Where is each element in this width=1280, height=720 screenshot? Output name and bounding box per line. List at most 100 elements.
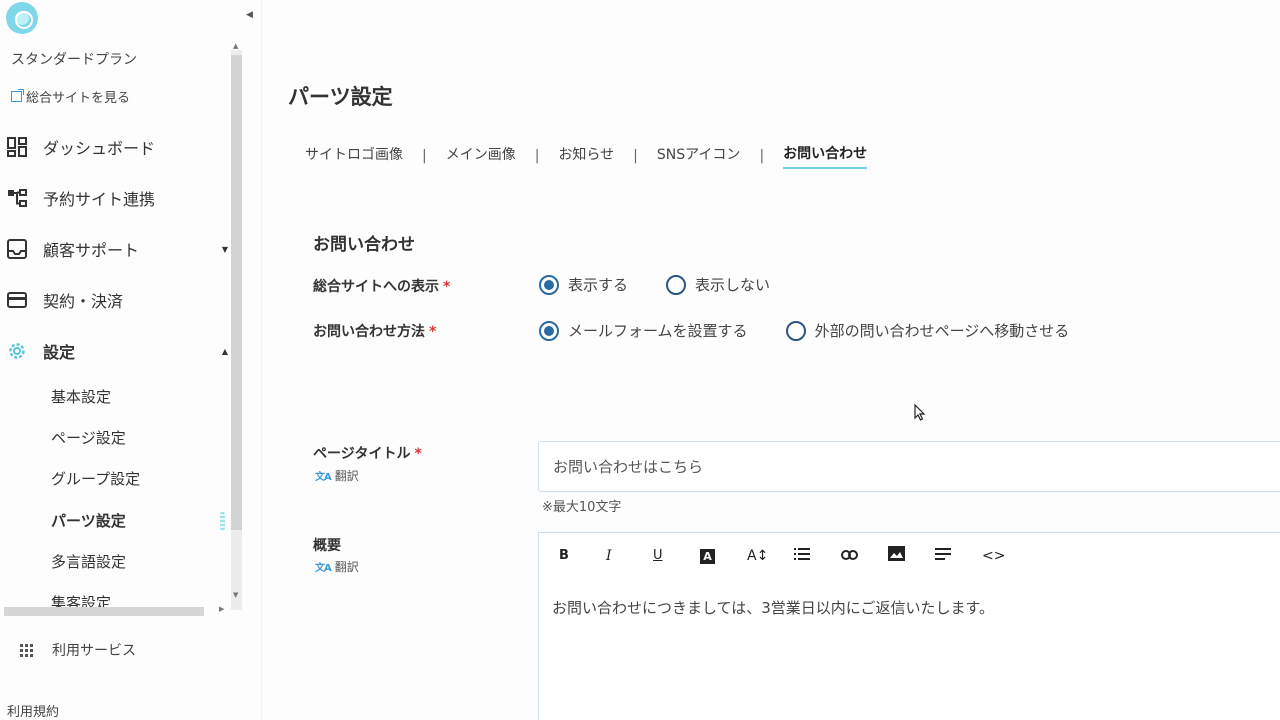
tab-contact[interactable]: お問い合わせ <box>783 143 868 169</box>
radio-show-label: 表示する <box>568 276 629 294</box>
align-left-icon <box>935 547 951 560</box>
plan-name: スタンダードプラン <box>11 52 137 68</box>
tab-sns-icons[interactable]: SNSアイコン <box>657 144 741 168</box>
translate-icon: 文A <box>315 563 332 574</box>
sidebar-subitem-page-settings[interactable]: ページ設定 <box>51 427 126 448</box>
sidebar-item-label: 予約サイト連携 <box>43 190 156 209</box>
link-icon <box>841 549 858 560</box>
sidebar: ◀ スタンダードプラン 総合サイトを見る ダッシュボード 予約サイト連携 顧客サ… <box>0 0 262 720</box>
sidebar-scrollbar-thumb[interactable] <box>231 55 242 530</box>
tab-separator: | <box>633 148 638 164</box>
section-title: お問い合わせ <box>313 235 415 255</box>
required-mark: * <box>414 446 422 462</box>
sidebar-item-label: ダッシュボード <box>43 139 156 158</box>
external-link-icon <box>11 89 24 102</box>
tab-separator: | <box>759 148 765 164</box>
code-button[interactable]: <> <box>982 548 1029 564</box>
tab-separator: | <box>422 148 427 164</box>
sidebar-item-reservation-link[interactable]: 予約サイト連携 <box>0 178 236 218</box>
sidebar-item-label: 契約・決済 <box>43 292 124 311</box>
terms-link[interactable]: 利用規約 <box>7 701 59 720</box>
radio-hide[interactable]: 表示しない <box>666 274 770 295</box>
sidebar-item-dashboard[interactable]: ダッシュボード <box>0 127 236 167</box>
sidebar-subitem-group-settings[interactable]: グループ設定 <box>51 468 140 489</box>
radio-checked-icon <box>539 320 559 341</box>
sidebar-item-settings[interactable]: 設定 ▲ <box>0 331 236 371</box>
tab-news[interactable]: お知らせ <box>558 144 614 168</box>
method-radio-group: メールフォームを設置する 外部の問い合わせページへ移動させる <box>539 320 1107 341</box>
translate-label: 翻訳 <box>334 469 359 483</box>
required-mark: * <box>429 324 437 340</box>
display-label-text: 総合サイトへの表示 <box>313 279 439 295</box>
translate-icon: 文A <box>315 472 332 483</box>
translate-label: 翻訳 <box>334 560 359 574</box>
image-icon <box>888 546 905 561</box>
view-site-label: 総合サイトを見る <box>26 91 131 106</box>
font-size-button[interactable]: A↕ <box>747 548 794 564</box>
main-content: パーツ設定 サイトロゴ画像 | メイン画像 | お知らせ | SNSアイコン |… <box>262 0 1280 720</box>
tab-separator: | <box>534 148 540 164</box>
gear-icon <box>9 343 25 359</box>
scroll-right-arrow-icon[interactable]: ▶ <box>219 605 224 613</box>
summary-editor[interactable]: B I U A A↕ <> お問い合わせにつきましては、3営業日以内にご返信いた… <box>538 532 1280 720</box>
sidebar-item-customer-support[interactable]: 顧客サポート ▼ <box>0 229 236 269</box>
radio-hide-label: 表示しない <box>695 276 771 294</box>
sitemap-icon <box>8 189 27 207</box>
summary-field-label: 概要 <box>313 535 341 555</box>
view-site-link[interactable]: 総合サイトを見る <box>11 87 130 106</box>
radio-unchecked-icon <box>785 320 806 341</box>
sidebar-item-label: 顧客サポート <box>43 241 140 260</box>
mouse-cursor-icon <box>914 404 926 421</box>
bullet-list-button[interactable] <box>794 547 841 564</box>
bullet-list-icon <box>794 547 810 560</box>
active-item-marker <box>220 512 225 530</box>
radio-show[interactable]: 表示する <box>539 274 628 295</box>
logo-icon[interactable] <box>6 2 38 34</box>
credit-card-icon <box>7 292 27 308</box>
tab-main-image[interactable]: メイン画像 <box>446 144 516 168</box>
sidebar-horizontal-scrollbar[interactable] <box>4 607 204 616</box>
tab-site-logo[interactable]: サイトロゴ画像 <box>305 144 403 168</box>
text-color-icon: A <box>700 548 715 564</box>
radio-checked-icon <box>539 274 559 295</box>
sidebar-subitem-language-settings[interactable]: 多言語設定 <box>51 551 126 572</box>
translate-button[interactable]: 文A 翻訳 <box>315 467 359 484</box>
sidebar-item-contract-payment[interactable]: 契約・決済 <box>0 280 236 320</box>
bold-button[interactable]: B <box>559 548 606 563</box>
image-button[interactable] <box>888 546 935 565</box>
radio-mail-form[interactable]: メールフォームを設置する <box>539 320 748 341</box>
page-title-input[interactable]: お問い合わせはこちら <box>538 441 1280 492</box>
link-button[interactable] <box>841 548 888 564</box>
required-mark: * <box>443 279 451 295</box>
underline-button[interactable]: U <box>653 548 700 563</box>
apps-grid-icon <box>20 643 33 657</box>
chevron-up-icon: ▲ <box>221 346 228 356</box>
page-title-label-text: ページタイトル <box>313 446 411 462</box>
align-button[interactable] <box>935 547 982 564</box>
radio-external-page-label: 外部の問い合わせページへ移動させる <box>814 322 1070 340</box>
chevron-down-icon: ▼ <box>221 244 228 254</box>
sidebar-item-label: 設定 <box>43 343 76 362</box>
summary-editor-content[interactable]: お問い合わせにつきましては、3営業日以内にご返信いたします。 <box>552 597 994 618</box>
italic-button[interactable]: I <box>606 548 653 564</box>
parts-tabs: サイトロゴ画像 | メイン画像 | お知らせ | SNSアイコン | お問い合わ… <box>305 143 868 169</box>
editor-toolbar: B I U A A↕ <> <box>559 546 1029 565</box>
radio-unchecked-icon <box>666 274 687 295</box>
sidebar-subitem-basic-settings[interactable]: 基本設定 <box>51 386 111 407</box>
page-title: パーツ設定 <box>288 85 393 109</box>
radio-mail-form-label: メールフォームを設置する <box>568 322 748 340</box>
radio-external-page[interactable]: 外部の問い合わせページへ移動させる <box>785 320 1070 341</box>
text-color-button[interactable]: A <box>700 548 747 564</box>
summary-label-text: 概要 <box>313 538 341 554</box>
display-field-label: 総合サイトへの表示 * <box>313 276 450 296</box>
sidebar-scroll-area: スタンダードプラン 総合サイトを見る ダッシュボード 予約サイト連携 顧客サポー… <box>0 40 244 620</box>
scroll-up-arrow-icon[interactable]: ▲ <box>233 42 238 50</box>
dashboard-icon <box>7 137 27 157</box>
inbox-icon <box>7 239 27 259</box>
translate-button[interactable]: 文A 翻訳 <box>315 558 359 575</box>
collapse-sidebar-icon[interactable]: ◀ <box>246 10 253 20</box>
sidebar-subitem-parts-settings[interactable]: パーツ設定 <box>51 510 126 531</box>
scroll-down-arrow-icon[interactable]: ▼ <box>233 591 238 599</box>
services-menu[interactable]: 利用サービス <box>20 640 136 660</box>
services-label: 利用サービス <box>52 643 136 659</box>
